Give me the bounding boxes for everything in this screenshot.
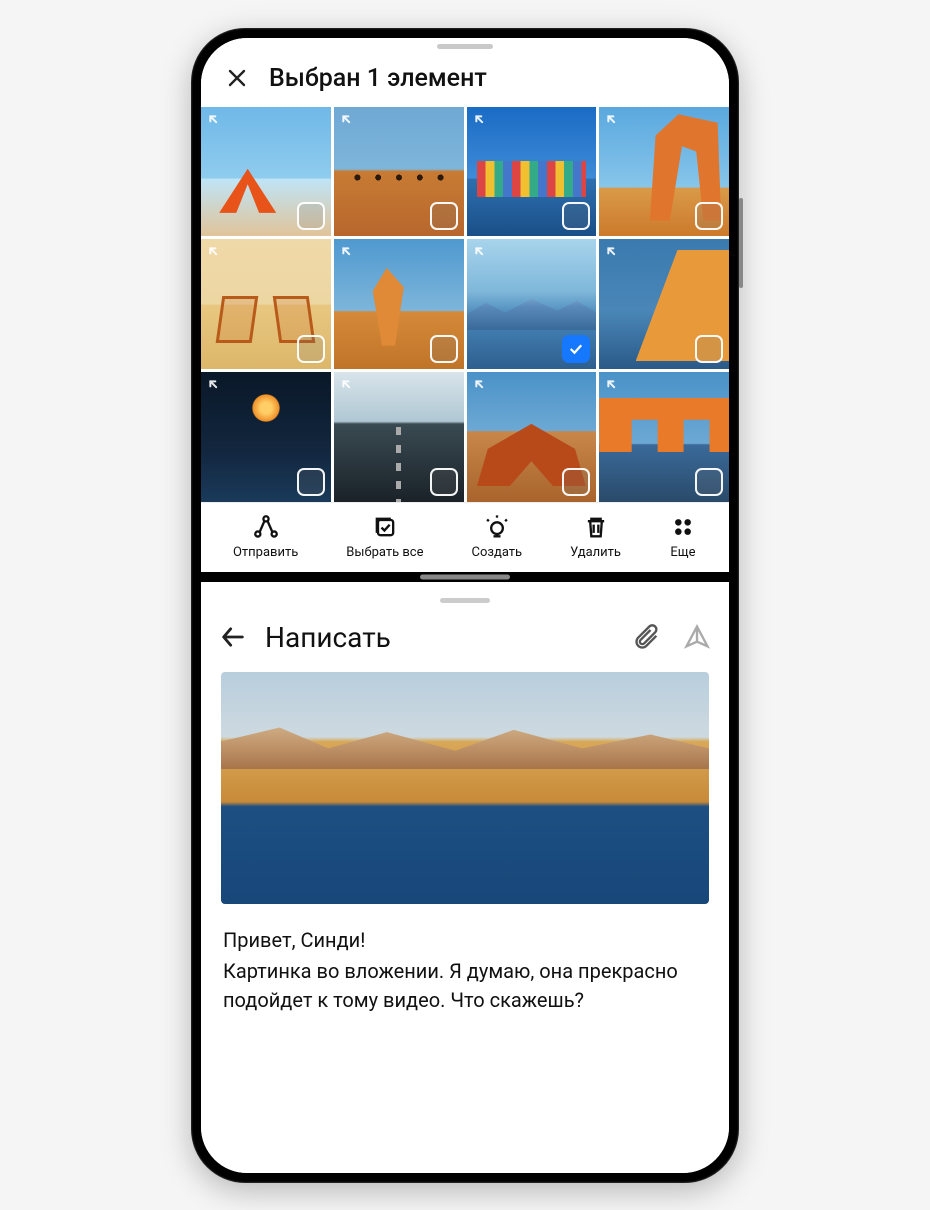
more-label: Еще [670,545,695,560]
compose-header: Написать [201,613,729,672]
delete-button[interactable]: Удалить [570,513,621,560]
expand-icon [340,113,360,133]
create-button[interactable]: Создать [472,513,523,560]
message-body[interactable]: Привет, Синди! Картинка во вложении. Я д… [201,926,729,1017]
thumbnail[interactable] [201,372,331,502]
select-checkbox[interactable] [297,468,325,496]
close-icon[interactable] [223,64,251,92]
expand-icon [605,245,625,265]
create-label: Создать [472,545,523,560]
thumbnail-grid [201,107,729,502]
select-checkbox[interactable] [695,202,723,230]
select-checkbox[interactable] [695,335,723,363]
thumbnail[interactable] [334,107,464,237]
sheet-drag-handle[interactable] [440,598,490,603]
compose-title: Написать [265,621,611,654]
share-label: Отправить [233,545,298,560]
attachment-image[interactable] [221,672,709,904]
expand-icon [605,378,625,398]
select-checkbox[interactable] [562,335,590,363]
more-button[interactable]: Еще [669,513,697,560]
select-checkbox[interactable] [430,202,458,230]
select-checkbox[interactable] [430,335,458,363]
share-button[interactable]: Отправить [233,513,298,560]
select-checkbox[interactable] [695,468,723,496]
expand-icon [605,113,625,133]
expand-icon [207,378,227,398]
gallery-title: Выбран 1 элемент [269,64,487,93]
thumbnail[interactable] [467,239,597,369]
thumbnail[interactable] [334,372,464,502]
attach-icon[interactable] [633,623,661,651]
thumbnail[interactable] [599,107,729,237]
thumbnail[interactable] [467,372,597,502]
expand-icon [340,378,360,398]
expand-icon [207,113,227,133]
compose-app: Написать Привет, Синди! Картинка во влож… [201,582,729,1173]
thumbnail[interactable] [599,372,729,502]
select-checkbox[interactable] [562,468,590,496]
expand-icon [473,245,493,265]
select-all-label: Выбрать все [346,545,423,560]
thumbnail[interactable] [201,239,331,369]
delete-label: Удалить [570,545,621,560]
thumbnail[interactable] [467,107,597,237]
split-screen-handle[interactable] [201,572,729,582]
expand-icon [207,245,227,265]
message-greeting: Привет, Синди! [223,926,707,955]
expand-icon [473,378,493,398]
back-icon[interactable] [219,622,249,652]
screen: Выбран 1 элемент [201,38,729,1173]
gallery-app: Выбран 1 элемент [201,38,729,572]
expand-icon [473,113,493,133]
select-checkbox[interactable] [430,468,458,496]
device-drag-handle[interactable] [437,44,493,49]
gallery-toolbar: Отправить Выбрать все Создать Удалить Ещ… [201,502,729,572]
thumbnail[interactable] [334,239,464,369]
phone-frame: Выбран 1 элемент [191,28,739,1183]
select-checkbox[interactable] [562,202,590,230]
message-text: Картинка во вложении. Я думаю, она прекр… [223,957,707,1015]
select-checkbox[interactable] [297,335,325,363]
thumbnail[interactable] [201,107,331,237]
select-all-button[interactable]: Выбрать все [346,513,423,560]
expand-icon [340,245,360,265]
select-checkbox[interactable] [297,202,325,230]
send-icon[interactable] [683,623,711,651]
thumbnail[interactable] [599,239,729,369]
